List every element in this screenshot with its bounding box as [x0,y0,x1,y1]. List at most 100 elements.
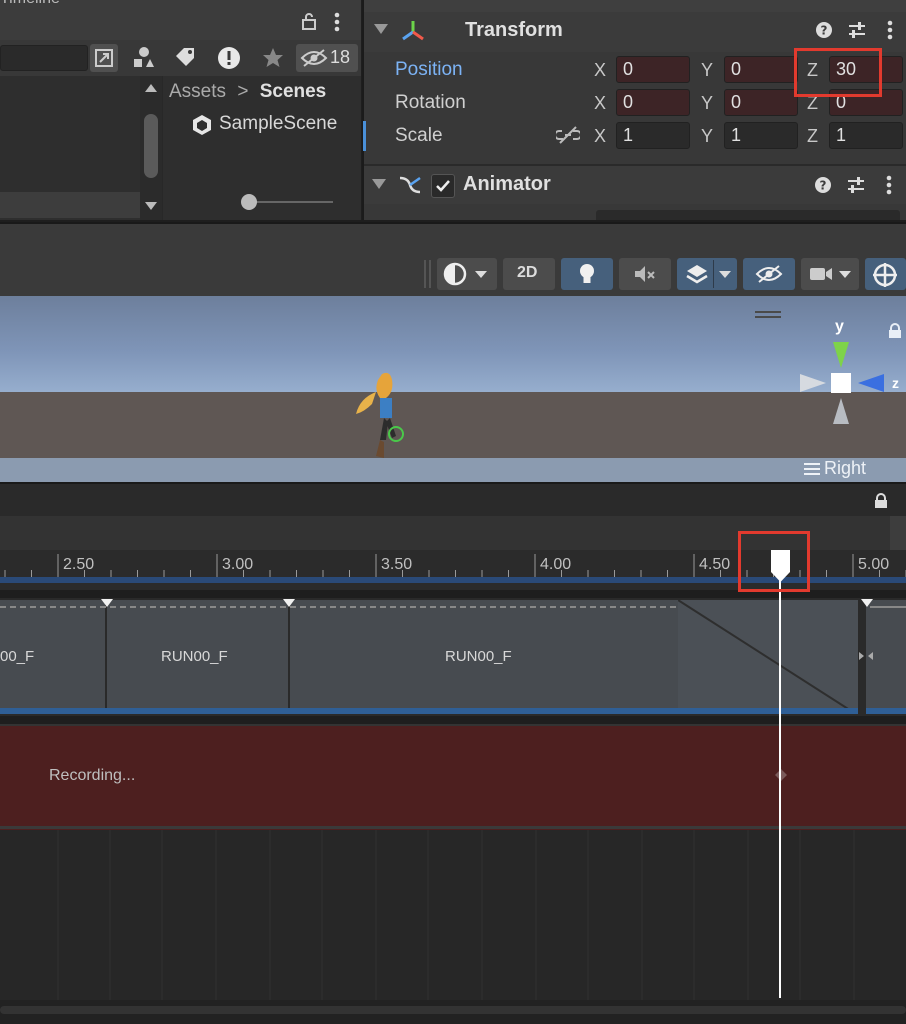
position-x-axis-label[interactable]: X [594,60,606,81]
position-label[interactable]: Position [395,59,463,81]
overlay-handle[interactable] [755,311,781,313]
2d-mode-toggle[interactable]: 2D [503,258,555,290]
rotation-y-axis-label[interactable]: Y [701,93,713,114]
gizmos-toggle[interactable] [865,258,906,290]
audio-toggle[interactable] [619,258,671,290]
timeline-options[interactable] [890,516,906,550]
ruler-tick-label: 4.00 [540,556,572,573]
scale-x-axis-label[interactable]: X [594,126,606,147]
recording-track[interactable] [0,724,906,830]
animator-icon [399,176,421,194]
timeline-header [0,482,906,518]
breadcrumb: Assets > Scenes [169,81,326,103]
clip-label: RUN00_F [161,648,228,665]
scroll-down-icon[interactable] [145,202,157,210]
clip-marker-icon [861,599,873,607]
foldout-arrow-icon[interactable] [372,179,386,189]
clip-blue-strip [0,708,858,714]
scene-ground-plane [0,392,906,458]
controller-field[interactable] [596,210,900,220]
camera-dropdown[interactable] [801,258,859,290]
scale-label[interactable]: Scale [395,125,443,147]
scale-z-axis-label[interactable]: Z [807,126,818,147]
foldout-arrow-icon[interactable] [374,24,388,34]
scale-y-field[interactable]: 1 [724,122,798,149]
scroll-thumb[interactable] [144,114,158,178]
breadcrumb-scenes[interactable]: Scenes [260,81,327,102]
recording-label: Recording... [49,767,136,784]
search-input[interactable] [0,45,88,71]
track-divider [0,826,906,829]
transform-header[interactable]: Transform ? [364,12,906,52]
lock-icon[interactable] [301,12,317,30]
preset-sliders-icon[interactable] [846,175,866,195]
slider-thumb[interactable] [241,194,257,210]
clip-blend-region[interactable] [678,600,858,714]
filter-by-label-button[interactable] [170,44,200,72]
scene-visibility-toggle[interactable] [743,258,795,290]
character-sprite[interactable] [350,368,410,460]
filter-by-type-button[interactable] [128,44,158,72]
timeline-footer [0,1000,906,1024]
position-z-highlight [794,48,882,97]
rotation-y-field[interactable]: 0 [724,89,798,116]
breadcrumb-assets[interactable]: Assets [169,81,226,102]
warning-filter-button[interactable] [214,44,244,72]
transform-axes-icon [402,21,424,41]
ruler-tick-label: 2.50 [63,556,95,573]
position-x-field[interactable]: 0 [616,56,690,83]
position-y-field[interactable]: 0 [724,56,798,83]
horizontal-scrollbar[interactable] [0,1006,906,1014]
scale-z-field[interactable]: 1 [829,122,903,149]
rotation-label[interactable]: Rotation [395,92,466,114]
animator-header[interactable]: Animator ? [364,166,906,204]
preset-sliders-icon[interactable] [847,20,867,40]
overlay-handle[interactable] [755,316,781,318]
modified-indicator [363,121,366,151]
draw-mode-dropdown[interactable] [437,258,497,290]
unity-scene-icon [193,115,211,135]
rotation-x-axis-label[interactable]: X [594,93,606,114]
component-menu-icon[interactable] [887,20,893,40]
folder-tree[interactable] [0,76,162,220]
clip-label: RUN00_F [445,648,512,665]
open-window-button[interactable] [90,44,118,72]
axis-cones-icon [800,342,884,424]
hidden-count: 18 [330,47,351,67]
scene-asset-label: SampleScene [219,113,338,134]
favorites-button[interactable] [258,44,288,72]
eye-slash-icon [755,265,783,283]
keyframe-icon[interactable] [775,769,787,781]
animator-enabled-checkbox[interactable] [431,174,455,198]
clip-marker-icon [101,599,113,607]
icon-size-slider[interactable] [241,194,333,210]
constrain-proportions-icon[interactable] [556,125,580,145]
help-icon[interactable]: ? [815,21,833,39]
animator-title: Animator [463,173,551,195]
component-menu-icon[interactable] [886,175,892,195]
orientation-gizmo[interactable]: y z [796,318,906,430]
lock-icon[interactable] [874,493,888,509]
scene-asset-item[interactable]: SampleScene [191,113,337,135]
folder-tree-selected-row[interactable] [0,192,140,218]
asset-list: Assets > Scenes SampleScene [163,76,361,220]
more-menu-icon[interactable] [334,12,340,32]
help-icon[interactable]: ? [814,176,832,194]
timeline-empty-area[interactable] [0,830,906,1000]
ruler-tick-label: 3.00 [222,556,254,573]
ruler-tick-label: 4.50 [699,556,731,573]
folder-tree-scrollbar[interactable] [140,76,162,220]
lighting-toggle[interactable] [561,258,613,290]
open-window-icon [95,49,113,67]
effects-dropdown[interactable] [677,258,737,290]
layers-effects-icon [686,265,708,284]
menu-lines-icon [804,463,820,475]
clip-marker-icon [283,599,295,607]
panel-tab-title[interactable]: Timeline [0,0,60,8]
rotation-x-field[interactable]: 0 [616,89,690,116]
scale-x-field[interactable]: 1 [616,122,690,149]
scroll-up-icon[interactable] [145,84,157,92]
scale-y-axis-label[interactable]: Y [701,126,713,147]
position-y-axis-label[interactable]: Y [701,60,713,81]
hidden-packages-button[interactable]: 18 [296,44,358,72]
